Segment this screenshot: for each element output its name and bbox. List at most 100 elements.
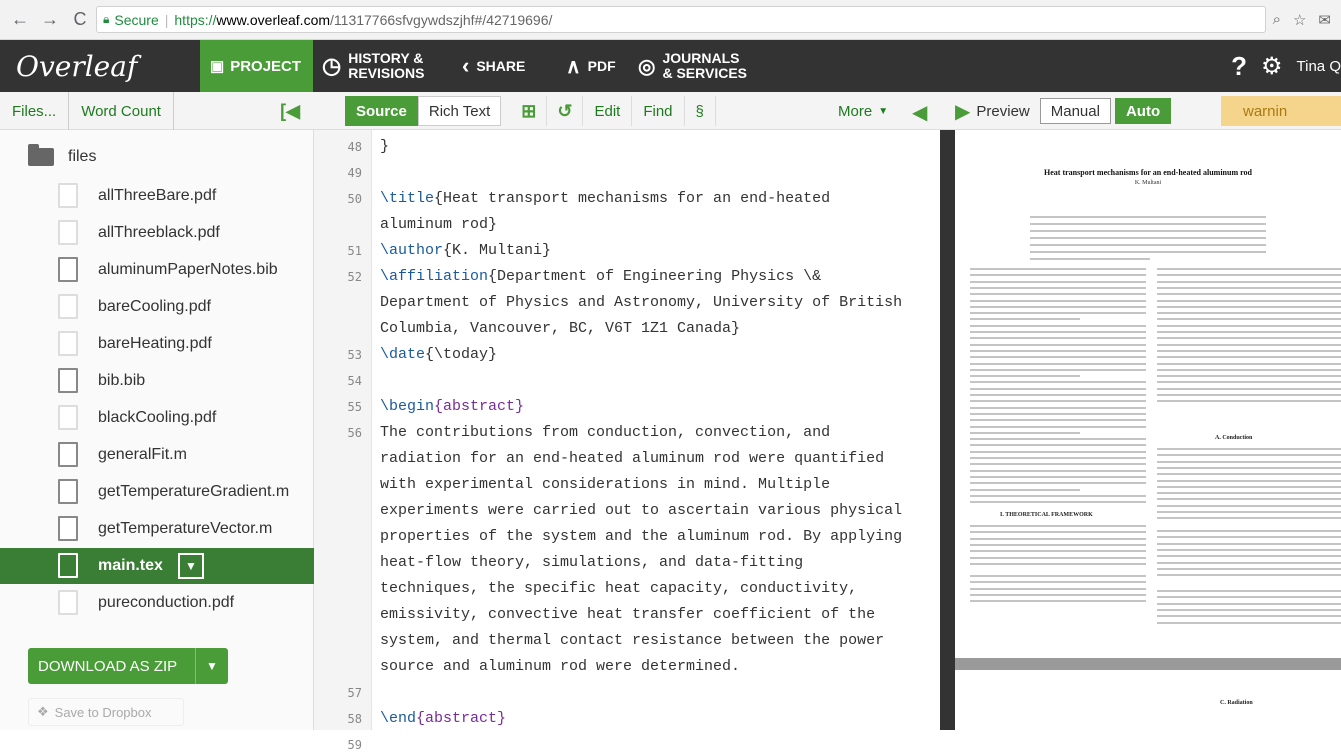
project-button[interactable]: ▣ PROJECT: [200, 40, 313, 92]
code-line[interactable]: techniques, the specific heat capacity, …: [380, 578, 936, 600]
code-line[interactable]: Columbia, Vancouver, BC, V6T 1Z1 Canada}: [380, 318, 936, 340]
address-bar[interactable]: 🔒︎ Secure | https:// www.overleaf.com /1…: [96, 6, 1266, 33]
manual-button[interactable]: Manual: [1039, 98, 1111, 124]
tab-source[interactable]: Source: [345, 96, 418, 126]
pdf-text-line: [1157, 602, 1341, 605]
code-line[interactable]: system, and thermal contact resistance b…: [380, 630, 936, 652]
collapse-preview-icon[interactable]: ◀: [912, 100, 927, 125]
edit-link[interactable]: Edit: [583, 96, 633, 126]
reload-icon[interactable]: C: [70, 9, 90, 30]
pdf-text-line: [970, 543, 1146, 546]
pdf-text-line: [1157, 574, 1341, 577]
auto-button[interactable]: Auto: [1114, 98, 1172, 124]
file-menu-icon[interactable]: ▼: [178, 553, 204, 579]
code-line[interactable]: \author{K. Multani}: [380, 240, 936, 262]
overleaf-logo[interactable]: Overleaf: [16, 50, 201, 83]
pdf-preview[interactable]: Heat transport mechanisms for an end-hea…: [955, 130, 1341, 730]
file-item[interactable]: bib.bib: [0, 363, 314, 399]
pdf-text-line: [1157, 596, 1341, 599]
pdf-text-line: [1157, 286, 1341, 289]
code-line[interactable]: \title{Heat transport mechanisms for an …: [380, 188, 936, 210]
pdf-text-line: [1157, 473, 1341, 476]
section-link[interactable]: §: [685, 96, 716, 126]
back-icon[interactable]: ←: [10, 9, 30, 30]
file-item[interactable]: bareCooling.pdf: [0, 289, 314, 325]
play-icon[interactable]: ▶: [955, 99, 970, 124]
code-line[interactable]: The contributions from conduction, conve…: [380, 422, 936, 444]
add-comment-icon[interactable]: ⊞: [511, 96, 548, 126]
line-gutter: 48 49 50 51 52 53 54 55 56 57 58 59: [314, 130, 372, 752]
file-item[interactable]: allThreeBare.pdf: [0, 178, 314, 214]
pdf-text-line: [970, 488, 1080, 491]
history-button[interactable]: ◷ HISTORY & REVISIONS: [322, 40, 424, 92]
find-link[interactable]: Find: [632, 96, 685, 126]
share-button[interactable]: ‹ SHARE: [462, 40, 525, 92]
tab-rich-text[interactable]: Rich Text: [417, 96, 502, 126]
file-item[interactable]: getTemperatureGradient.m: [0, 474, 314, 510]
preview-label[interactable]: Preview: [976, 103, 1029, 120]
file-item[interactable]: allThreeblack.pdf: [0, 215, 314, 251]
file-item[interactable]: pureconduction.pdf: [0, 585, 314, 621]
file-item[interactable]: bareHeating.pdf: [0, 326, 314, 362]
collapse-panel-icon[interactable]: [◀: [280, 101, 300, 122]
download-caret-icon[interactable]: ▼: [195, 648, 228, 684]
zoom-icon[interactable]: ⌕: [1273, 11, 1281, 29]
forward-icon[interactable]: →: [40, 9, 60, 30]
code-line[interactable]: experiments were carried out to ascertai…: [380, 500, 936, 522]
more-menu[interactable]: More ▼: [838, 96, 888, 126]
code-line[interactable]: with experimental considerations in mind…: [380, 474, 936, 496]
code-line[interactable]: emissivity, convective heat transfer coe…: [380, 604, 936, 626]
pdf-text-line: [970, 268, 1146, 270]
clock-icon: ◷: [322, 53, 342, 78]
code-line[interactable]: heat-flow theory, simulations, and data-…: [380, 552, 936, 574]
file-name: aluminumPaperNotes.bib: [98, 261, 278, 278]
help-icon[interactable]: ?: [1231, 51, 1247, 82]
pdf-text-line: [1157, 567, 1341, 570]
warnings-tab[interactable]: warnin: [1221, 96, 1341, 126]
save-to-dropbox-button[interactable]: ❖ Save to Dropbox: [28, 698, 184, 726]
gear-icon[interactable]: ⚙: [1261, 52, 1283, 81]
code-line[interactable]: \begin{abstract}: [380, 396, 936, 418]
user-name[interactable]: Tina Q: [1297, 58, 1341, 75]
main-toolbar: Overleaf ▣ PROJECT ◷ HISTORY & REVISIONS …: [0, 40, 1341, 92]
files-tab[interactable]: Files...: [0, 92, 70, 130]
code-line[interactable]: source and aluminum rod were determined.: [380, 656, 936, 678]
file-item[interactable]: aluminumPaperNotes.bib: [0, 252, 314, 288]
pane-splitter[interactable]: [940, 130, 955, 730]
pdf-title: Heat transport mechanisms for an end-hea…: [1044, 168, 1252, 177]
journals-button[interactable]: ◎ JOURNALS & SERVICES: [638, 40, 747, 92]
file-item[interactable]: main.tex ▼: [0, 548, 314, 584]
pdf-text-line: [970, 375, 1080, 378]
pdf-text-line: [1030, 251, 1266, 253]
star-icon[interactable]: ☆: [1293, 11, 1306, 29]
download-zip-button[interactable]: DOWNLOAD AS ZIP ▼: [28, 648, 228, 684]
code-line[interactable]: aluminum rod}: [380, 214, 936, 236]
code-line[interactable]: Department of Physics and Astronomy, Uni…: [380, 292, 936, 314]
line-number: 58: [347, 712, 362, 726]
pdf-text-line: [1030, 237, 1266, 239]
line-number: 59: [347, 738, 362, 752]
latex-argument: {\today}: [425, 346, 498, 363]
pdf-text-line: [970, 482, 1146, 485]
pdf-button[interactable]: ∧ PDF: [566, 40, 616, 92]
code-line[interactable]: radiation for an end-heated aluminum rod…: [380, 448, 936, 470]
code-line[interactable]: properties of the system and the aluminu…: [380, 526, 936, 548]
file-item[interactable]: generalFit.m: [0, 437, 314, 473]
code-line[interactable]: }: [380, 136, 936, 158]
mail-icon[interactable]: ✉: [1318, 11, 1331, 29]
file-item[interactable]: blackCooling.pdf: [0, 400, 314, 436]
code-line[interactable]: \end{abstract}: [380, 708, 936, 730]
folder-icon: [28, 144, 54, 166]
pdf-text-line: [1157, 337, 1341, 340]
file-item[interactable]: getTemperatureVector.m: [0, 511, 314, 547]
history-icon[interactable]: ↺: [547, 96, 584, 126]
pdf-text-line: [970, 381, 1146, 384]
folder-row[interactable]: files: [28, 144, 96, 166]
latex-argument: {abstract}: [416, 710, 507, 727]
word-count-tab[interactable]: Word Count: [69, 92, 174, 130]
code-line[interactable]: \affiliation{Department of Engineering P…: [380, 266, 936, 288]
code-editor[interactable]: 48 49 50 51 52 53 54 55 56 57 58 59 } \title{Heat tr…: [314, 130, 940, 752]
pdf-text-line: [970, 299, 1146, 302]
code-line[interactable]: \date{\today}: [380, 344, 936, 366]
file-icon: [58, 553, 78, 578]
